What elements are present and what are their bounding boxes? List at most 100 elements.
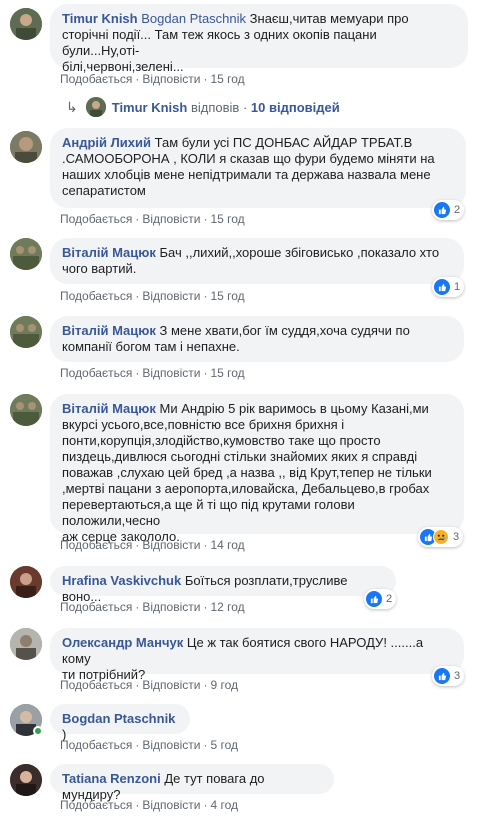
reaction-number: 2 bbox=[454, 204, 461, 216]
comment-author[interactable]: Віталій Мацюк bbox=[62, 323, 156, 338]
reaction-number: 1 bbox=[454, 281, 461, 293]
separator: · bbox=[203, 212, 208, 226]
view-replies-link[interactable]: ↳ Timur Knish відповів · 10 відповідей bbox=[66, 97, 340, 117]
comment-meta: Подобається · Відповісти · 9 год bbox=[60, 678, 238, 692]
reply-link[interactable]: Відповісти bbox=[142, 678, 200, 692]
comment-text-line: перевертаються,а ще й ті що під крутами … bbox=[62, 497, 355, 528]
comment-text-line: Знаєш,читав мемуари про bbox=[249, 11, 409, 26]
comment-text-line: Бач ,,лихий,,хороше збіговисько ,показал… bbox=[159, 245, 440, 260]
separator: · bbox=[135, 366, 140, 380]
comment-author[interactable]: Timur Knish bbox=[62, 11, 138, 26]
tagged-user[interactable]: Bogdan Ptaschnik bbox=[141, 11, 246, 26]
separator: · bbox=[135, 212, 140, 226]
comment-text-line: Там були усі ПС ДОНБАС АЙДАР ТРБАТ.В bbox=[154, 135, 413, 150]
comment-text-line: сторічні події... Там теж якось з одних … bbox=[62, 27, 377, 58]
separator: · bbox=[203, 738, 208, 752]
reaction-count[interactable]: 3 bbox=[418, 527, 464, 547]
reaction-count[interactable]: 3 bbox=[432, 666, 465, 686]
comment-text-line: пиздець,дивлюся сьогодні стільки знайоми… bbox=[62, 449, 418, 464]
avatar[interactable] bbox=[10, 764, 42, 796]
reply-link[interactable]: Відповісти bbox=[142, 738, 200, 752]
like-link[interactable]: Подобається bbox=[60, 72, 132, 86]
comment-author[interactable]: Hrafina Vaskivchuk bbox=[62, 573, 181, 588]
reply-arrow-icon: ↳ bbox=[66, 98, 78, 115]
reply-link[interactable]: Відповісти bbox=[142, 366, 200, 380]
separator: · bbox=[203, 678, 208, 692]
reaction-count[interactable]: 2 bbox=[432, 200, 465, 220]
comment-bubble: Timur Knish Bogdan Ptaschnik Знаєш,читав… bbox=[50, 4, 468, 74]
reaction-count[interactable]: 1 bbox=[432, 277, 465, 297]
timestamp[interactable]: 4 год bbox=[210, 798, 238, 812]
comment-author[interactable]: Андрій Лихий bbox=[62, 135, 151, 150]
comment-author[interactable]: Олександр Манчук bbox=[62, 635, 183, 650]
comment-meta: Подобається · Відповісти · 15 год bbox=[60, 366, 245, 380]
avatar[interactable] bbox=[10, 628, 42, 660]
separator: · bbox=[203, 289, 208, 303]
comment-meta: Подобається · Відповісти · 15 год bbox=[60, 289, 245, 303]
separator: · bbox=[135, 72, 140, 86]
comment-bubble: Bogdan Ptaschnik ) bbox=[50, 704, 190, 742]
comment-author[interactable]: Віталій Мацюк bbox=[62, 401, 156, 416]
like-link[interactable]: Подобається bbox=[60, 212, 132, 226]
reaction-count[interactable]: 2 bbox=[364, 589, 397, 609]
comment-text-line: Ми Андрію 5 рік варимось в цьому Казані,… bbox=[159, 401, 429, 416]
avatar[interactable] bbox=[10, 8, 42, 40]
timestamp[interactable]: 14 год bbox=[210, 538, 244, 552]
comment-author[interactable]: Bogdan Ptaschnik bbox=[62, 711, 175, 726]
comment-bubble: Hrafina Vaskivchuk Боїться розплати,трус… bbox=[50, 566, 396, 604]
timestamp[interactable]: 9 год bbox=[210, 678, 238, 692]
online-status-indicator bbox=[33, 726, 43, 736]
like-icon bbox=[434, 202, 450, 218]
reply-link[interactable]: Відповісти bbox=[142, 72, 200, 86]
like-link[interactable]: Подобається bbox=[60, 538, 132, 552]
reply-link[interactable]: Відповісти bbox=[142, 212, 200, 226]
replies-count[interactable]: 10 відповідей bbox=[251, 100, 340, 115]
timestamp[interactable]: 15 год bbox=[210, 366, 244, 380]
comment-author[interactable]: Віталій Мацюк bbox=[62, 245, 156, 260]
avatar[interactable] bbox=[10, 238, 42, 270]
reaction-number: 3 bbox=[454, 670, 461, 682]
comment-meta: Подобається · Відповісти · 4 год bbox=[60, 798, 238, 812]
replies-author[interactable]: Timur Knish bbox=[112, 100, 188, 115]
timestamp[interactable]: 15 год bbox=[210, 72, 244, 86]
separator: · bbox=[203, 600, 208, 614]
comment-author[interactable]: Tatiana Renzoni bbox=[62, 771, 161, 786]
like-icon bbox=[366, 591, 382, 607]
comment-bubble: Олександр Манчук Це ж так боятися свого … bbox=[50, 628, 464, 682]
comment-meta: Подобається · Відповісти · 15 год bbox=[60, 72, 245, 86]
comment-text-line: вкурсі усього,все,повністю все брихня бр… bbox=[62, 417, 345, 432]
like-link[interactable]: Подобається bbox=[60, 289, 132, 303]
like-link[interactable]: Подобається bbox=[60, 798, 132, 812]
separator: · bbox=[203, 538, 208, 552]
timestamp[interactable]: 5 год bbox=[210, 738, 238, 752]
avatar bbox=[85, 97, 106, 117]
separator: · bbox=[203, 72, 208, 86]
separator: · bbox=[135, 289, 140, 303]
comment-text-line: поважав ,слухаю цей бред ,а назва ,, від… bbox=[62, 465, 432, 480]
timestamp[interactable]: 15 год bbox=[210, 289, 244, 303]
like-icon bbox=[434, 279, 450, 295]
reply-link[interactable]: Відповісти bbox=[142, 798, 200, 812]
separator: · bbox=[135, 600, 140, 614]
comment-bubble: Віталій Мацюк Бач ,,лихий,,хороше збігов… bbox=[50, 238, 464, 284]
like-link[interactable]: Подобається bbox=[60, 738, 132, 752]
like-icon bbox=[434, 668, 450, 684]
timestamp[interactable]: 15 год bbox=[210, 212, 244, 226]
like-link[interactable]: Подобається bbox=[60, 366, 132, 380]
timestamp[interactable]: 12 год bbox=[210, 600, 244, 614]
separator: · bbox=[203, 366, 208, 380]
avatar[interactable] bbox=[10, 316, 42, 348]
avatar[interactable] bbox=[10, 566, 42, 598]
comment-text-line: .САМООБОРОНА , КОЛИ я сказав що фури буд… bbox=[62, 151, 435, 166]
avatar[interactable] bbox=[10, 131, 42, 163]
comment-text-line: наших хлобців мене непідтримали та держа… bbox=[62, 167, 431, 182]
reply-link[interactable]: Відповісти bbox=[142, 600, 200, 614]
comment-text-line: чого вартий. bbox=[62, 261, 137, 276]
reply-link[interactable]: Відповісти bbox=[142, 289, 200, 303]
avatar[interactable] bbox=[10, 394, 42, 426]
reply-link[interactable]: Відповісти bbox=[142, 538, 200, 552]
like-link[interactable]: Подобається bbox=[60, 678, 132, 692]
like-link[interactable]: Подобається bbox=[60, 600, 132, 614]
comment-text-line: ,мертві пацани з аеропорта,иловайска, Де… bbox=[62, 481, 430, 496]
sad-reaction-icon bbox=[433, 529, 449, 545]
